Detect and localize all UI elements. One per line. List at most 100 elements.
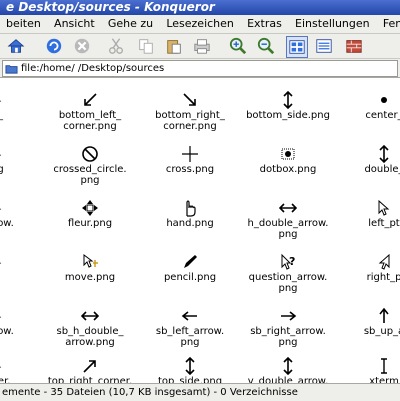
file-item[interactable]: pencil.png (138, 240, 242, 292)
detail-view-button[interactable] (314, 36, 334, 56)
double-arrow-icon (373, 144, 395, 164)
file-item[interactable]: sb_left_arrow. png (138, 294, 242, 348)
file-name: left_pt (368, 218, 400, 229)
print-button[interactable] (192, 36, 212, 56)
generic-cursor-icon (0, 90, 7, 110)
file-name: v_double_arrow. (247, 376, 329, 383)
detail-view-icon (316, 39, 332, 53)
sb-h-double-arrow-icon (79, 306, 101, 326)
file-item[interactable]: sb_right_arrow. png (236, 294, 340, 348)
file-name: bottom_right_ corner.png (155, 110, 225, 132)
firewall-button[interactable] (344, 36, 364, 56)
sb-right-arrow-icon (277, 306, 299, 326)
file-item[interactable]: hand.png (138, 186, 242, 238)
stop-icon (74, 38, 90, 54)
file-item[interactable]: double_ (332, 132, 400, 184)
file-name: crossed_circle. png (53, 164, 127, 186)
file-item[interactable]: cross.png (138, 132, 242, 184)
menu-bookmarks[interactable]: Lesezeichen (166, 15, 234, 33)
home-icon (7, 39, 25, 53)
file-item[interactable]: top_right_corner. (38, 344, 142, 383)
file-item[interactable]: center_ (332, 78, 400, 130)
file-item[interactable]: right_p (332, 240, 400, 292)
file-name: pencil.png (163, 272, 217, 283)
center-icon (373, 90, 395, 110)
menu-extras[interactable]: Extras (247, 15, 282, 33)
icon-view-button[interactable] (286, 36, 308, 58)
file-name: right_p (366, 272, 400, 283)
menu-go[interactable]: Gehe zu (108, 15, 153, 33)
menubar: beiten Ansicht Gehe zu Lesezeichen Extra… (0, 15, 400, 34)
zoom-in-button[interactable] (228, 36, 248, 56)
svg-text:?: ? (289, 255, 295, 268)
file-item[interactable]: dotbox.png (236, 132, 340, 184)
home-button[interactable] (6, 36, 26, 56)
file-item[interactable]: crossed_circle. png (38, 132, 142, 186)
file-name: sb_up_a (363, 326, 400, 337)
firewall-icon (346, 40, 362, 53)
menu-view[interactable]: Ansicht (54, 15, 95, 33)
file-name: top_side.png (157, 376, 223, 383)
file-item[interactable]: xterm (332, 344, 400, 383)
main-toolbar (0, 34, 400, 59)
generic-cursor-icon (0, 198, 7, 218)
file-item[interactable]: v_double_arrow. (236, 344, 340, 383)
paste-icon (167, 40, 181, 54)
generic-cursor-icon (0, 356, 7, 376)
file-name: xterm (369, 376, 399, 383)
file-item[interactable]: h_double_arrow. png (236, 186, 340, 240)
print-icon (194, 39, 210, 54)
folder-icon (5, 65, 18, 74)
pencil-icon (179, 252, 201, 272)
reload-button[interactable] (44, 36, 64, 56)
hand-icon (179, 198, 201, 218)
zoom-in-icon (229, 37, 247, 55)
copy-icon (139, 39, 153, 54)
location-url: file:/home/ /Desktop/sources (21, 63, 165, 74)
paste-button[interactable] (164, 36, 184, 56)
crossed-circle-icon (79, 144, 101, 164)
copy-button[interactable] (136, 36, 156, 56)
file-name: cross.png (165, 164, 215, 175)
file-item[interactable]: fleur.png (38, 186, 142, 238)
arrow-bottom-right-icon (179, 90, 201, 110)
stop-button[interactable] (72, 36, 92, 56)
generic-cursor-icon (0, 306, 7, 326)
file-item[interactable]: bottom_left_ corner.png (38, 78, 142, 132)
menu-edit[interactable]: beiten (6, 15, 41, 33)
menu-window[interactable]: Fenster (383, 15, 400, 33)
question-arrow-icon: ? (277, 252, 299, 272)
file-item[interactable]: ? question_arrow. png (236, 240, 340, 294)
file-name: bottom_side.png (246, 110, 330, 121)
file-icon-view: lë_ _bottom_left_ corner.pngbottom_right… (0, 78, 400, 383)
file-item[interactable]: bottom_side.png (236, 78, 340, 130)
menu-settings[interactable]: Einstellungen (295, 15, 370, 33)
file-name: center_ (365, 110, 400, 121)
status-text: emente - 35 Dateien (10,7 KB insgesamt) … (2, 387, 298, 398)
v-double-arrow-icon (277, 356, 299, 376)
file-item[interactable]: sb_h_double_ arrow.png (38, 294, 142, 348)
file-item[interactable]: top_side.png (138, 344, 242, 383)
file-item[interactable]: bottom_right_ corner.png (138, 78, 242, 132)
right-ptr-icon (373, 252, 395, 272)
location-field[interactable]: file:/home/ /Desktop/sources (2, 60, 398, 77)
file-item[interactable]: left_pt (332, 186, 400, 238)
sb-up-arrow-icon (373, 306, 395, 326)
sb-left-arrow-icon (179, 306, 201, 326)
left-ptr-icon (373, 198, 395, 218)
window-titlebar: e Desktop/sources - Konqueror (0, 0, 400, 15)
top-side-icon (179, 356, 201, 376)
cross-icon (179, 144, 201, 164)
cut-button[interactable] (106, 36, 126, 56)
file-item[interactable]: move.png (38, 240, 142, 292)
h-double-arrow-icon (277, 198, 299, 218)
file-name: h_double_arrow. png (247, 218, 329, 240)
icon-view-icon (289, 40, 305, 54)
arrow-top-right-icon (79, 356, 101, 376)
zoom-out-button[interactable] (256, 36, 276, 56)
file-item[interactable]: sb_up_a (332, 294, 400, 346)
xterm-icon (373, 356, 395, 376)
file-name: bottom_left_ corner.png (58, 110, 122, 132)
arrow-bottom-left-icon (79, 90, 101, 110)
generic-cursor-icon (0, 144, 7, 164)
